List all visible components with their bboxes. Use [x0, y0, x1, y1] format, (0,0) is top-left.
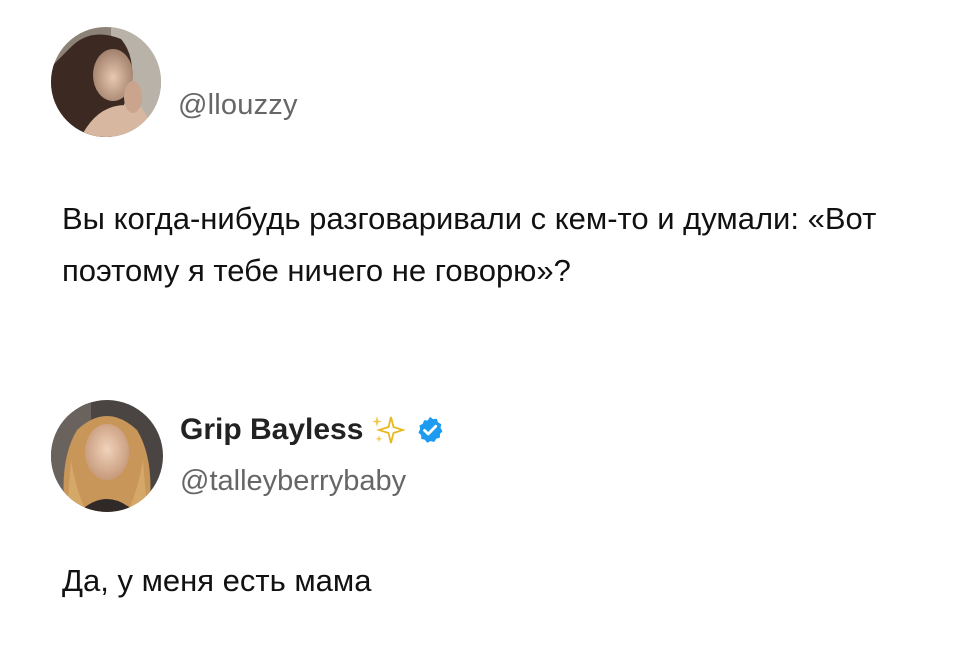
post2-handle[interactable]: @talleyberrybaby: [180, 465, 406, 498]
post2-text: Да, у меня есть мама: [62, 563, 372, 598]
post1-text: Вы когда-нибудь разговаривали с кем-то и…: [62, 201, 877, 288]
post1-handle[interactable]: @llouzzy: [178, 89, 298, 122]
post2-name-row: Grip Bayless: [180, 413, 445, 447]
avatar-photo-icon: [51, 400, 163, 512]
avatar-talleyberrybaby[interactable]: [51, 400, 163, 512]
avatar-llouzzy[interactable]: [51, 27, 161, 137]
avatar-photo-icon: [51, 27, 161, 137]
post2-display-name[interactable]: Grip Bayless: [180, 413, 363, 447]
sparkles-icon: [372, 416, 406, 444]
verified-badge-icon[interactable]: [415, 415, 445, 445]
